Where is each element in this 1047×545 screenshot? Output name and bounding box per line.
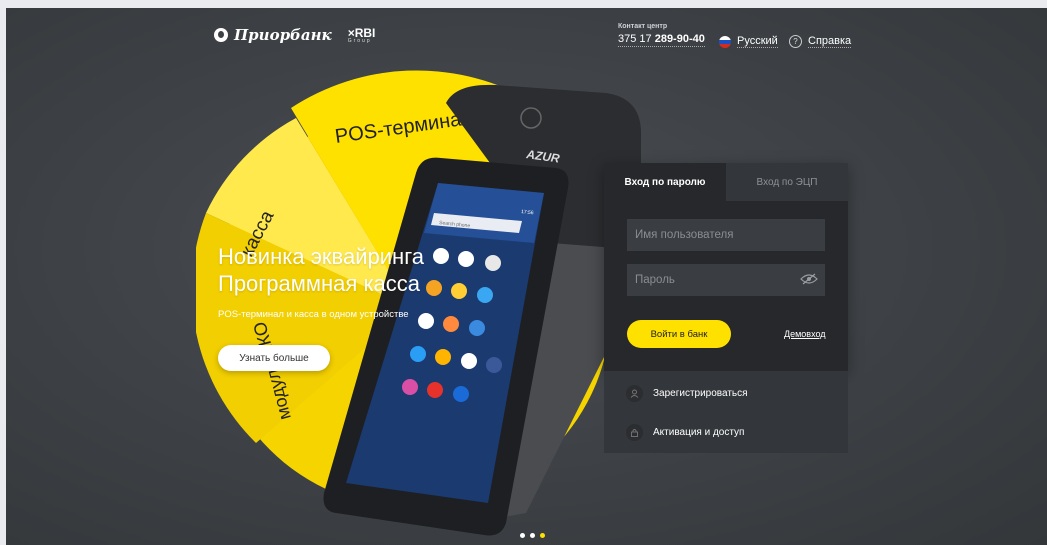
app-icon-samsung [477,287,493,303]
rbi-logo-sub: Group [347,37,372,44]
help-label: Справка [808,35,852,48]
hero-title-line-1: Новинка эквайринга [218,244,424,269]
contact-center: Контакт центр 375 17 289-90-40 [618,23,705,47]
app-icon-calendar [410,346,426,362]
login-button[interactable]: Войти в банк [627,320,731,348]
page-background: Приорбанк ×RBI Group Контакт центр 375 1… [6,8,1047,545]
carousel-dot[interactable] [520,533,525,538]
carousel-pagination [520,533,545,538]
app-icon-samsung-pay [453,386,469,402]
language-label: Русский [737,35,778,48]
russian-flag-icon [719,35,731,48]
account-actions-panel: Зарегистрироваться Активация и доступ [604,371,848,453]
app-icon-clock [418,313,434,329]
password-field[interactable] [627,264,825,296]
show-password-icon[interactable] [800,273,818,285]
demo-login-link[interactable]: Демовход [784,329,826,339]
hero-title: Новинка эквайринга Программная касса [218,244,478,298]
priorbank-logo[interactable]: Приорбанк ×RBI Group [214,26,375,44]
app-icon-play-store [485,255,501,271]
rbi-logo: ×RBI Group [348,27,376,44]
priorbank-logo-icon [214,28,228,42]
app-icon-facebook [486,357,502,373]
rbi-logo-main: ×RBI [347,25,376,40]
login-panel: Вход по паролю Вход по ЭЦП Войти в банк … [604,163,848,371]
register-link[interactable]: Зарегистрироваться [626,385,748,402]
app-icon-contacts [443,316,459,332]
tab-ecp-login[interactable]: Вход по ЭЦП [726,163,848,201]
username-field[interactable] [627,219,825,251]
brand-name: Приорбанк [234,26,332,44]
app-icon-opera [427,382,443,398]
activation-label: Активация и доступ [653,427,745,438]
user-icon [626,385,643,402]
app-icon-music [435,349,451,365]
hero-title-line-2: Программная касса [218,270,421,296]
language-switcher[interactable]: Русский [719,35,778,48]
phone-prefix: 375 17 [618,33,655,45]
app-icon-settings [469,320,485,336]
app-icon-galaxy [402,379,418,395]
phone-number: 289-90-40 [654,33,705,45]
contact-label: Контакт центр [618,23,668,30]
hero-subtitle: POS-терминал и касса в одном устройстве [218,309,409,320]
carousel-dot[interactable] [530,533,535,538]
login-tabs: Вход по паролю Вход по ЭЦП [604,163,848,201]
lock-icon [626,424,643,441]
learn-more-button[interactable]: Узнать больше [218,345,330,371]
tab-password-login[interactable]: Вход по паролю [604,163,726,201]
carousel-dot[interactable] [540,533,545,538]
contact-phone-link[interactable]: 375 17 289-90-40 [618,33,705,47]
help-link[interactable]: ? Справка [789,35,852,48]
register-label: Зарегистрироваться [653,388,748,399]
activation-link[interactable]: Активация и доступ [626,424,744,441]
question-circle-icon: ? [789,35,802,48]
app-icon-notes [461,353,477,369]
